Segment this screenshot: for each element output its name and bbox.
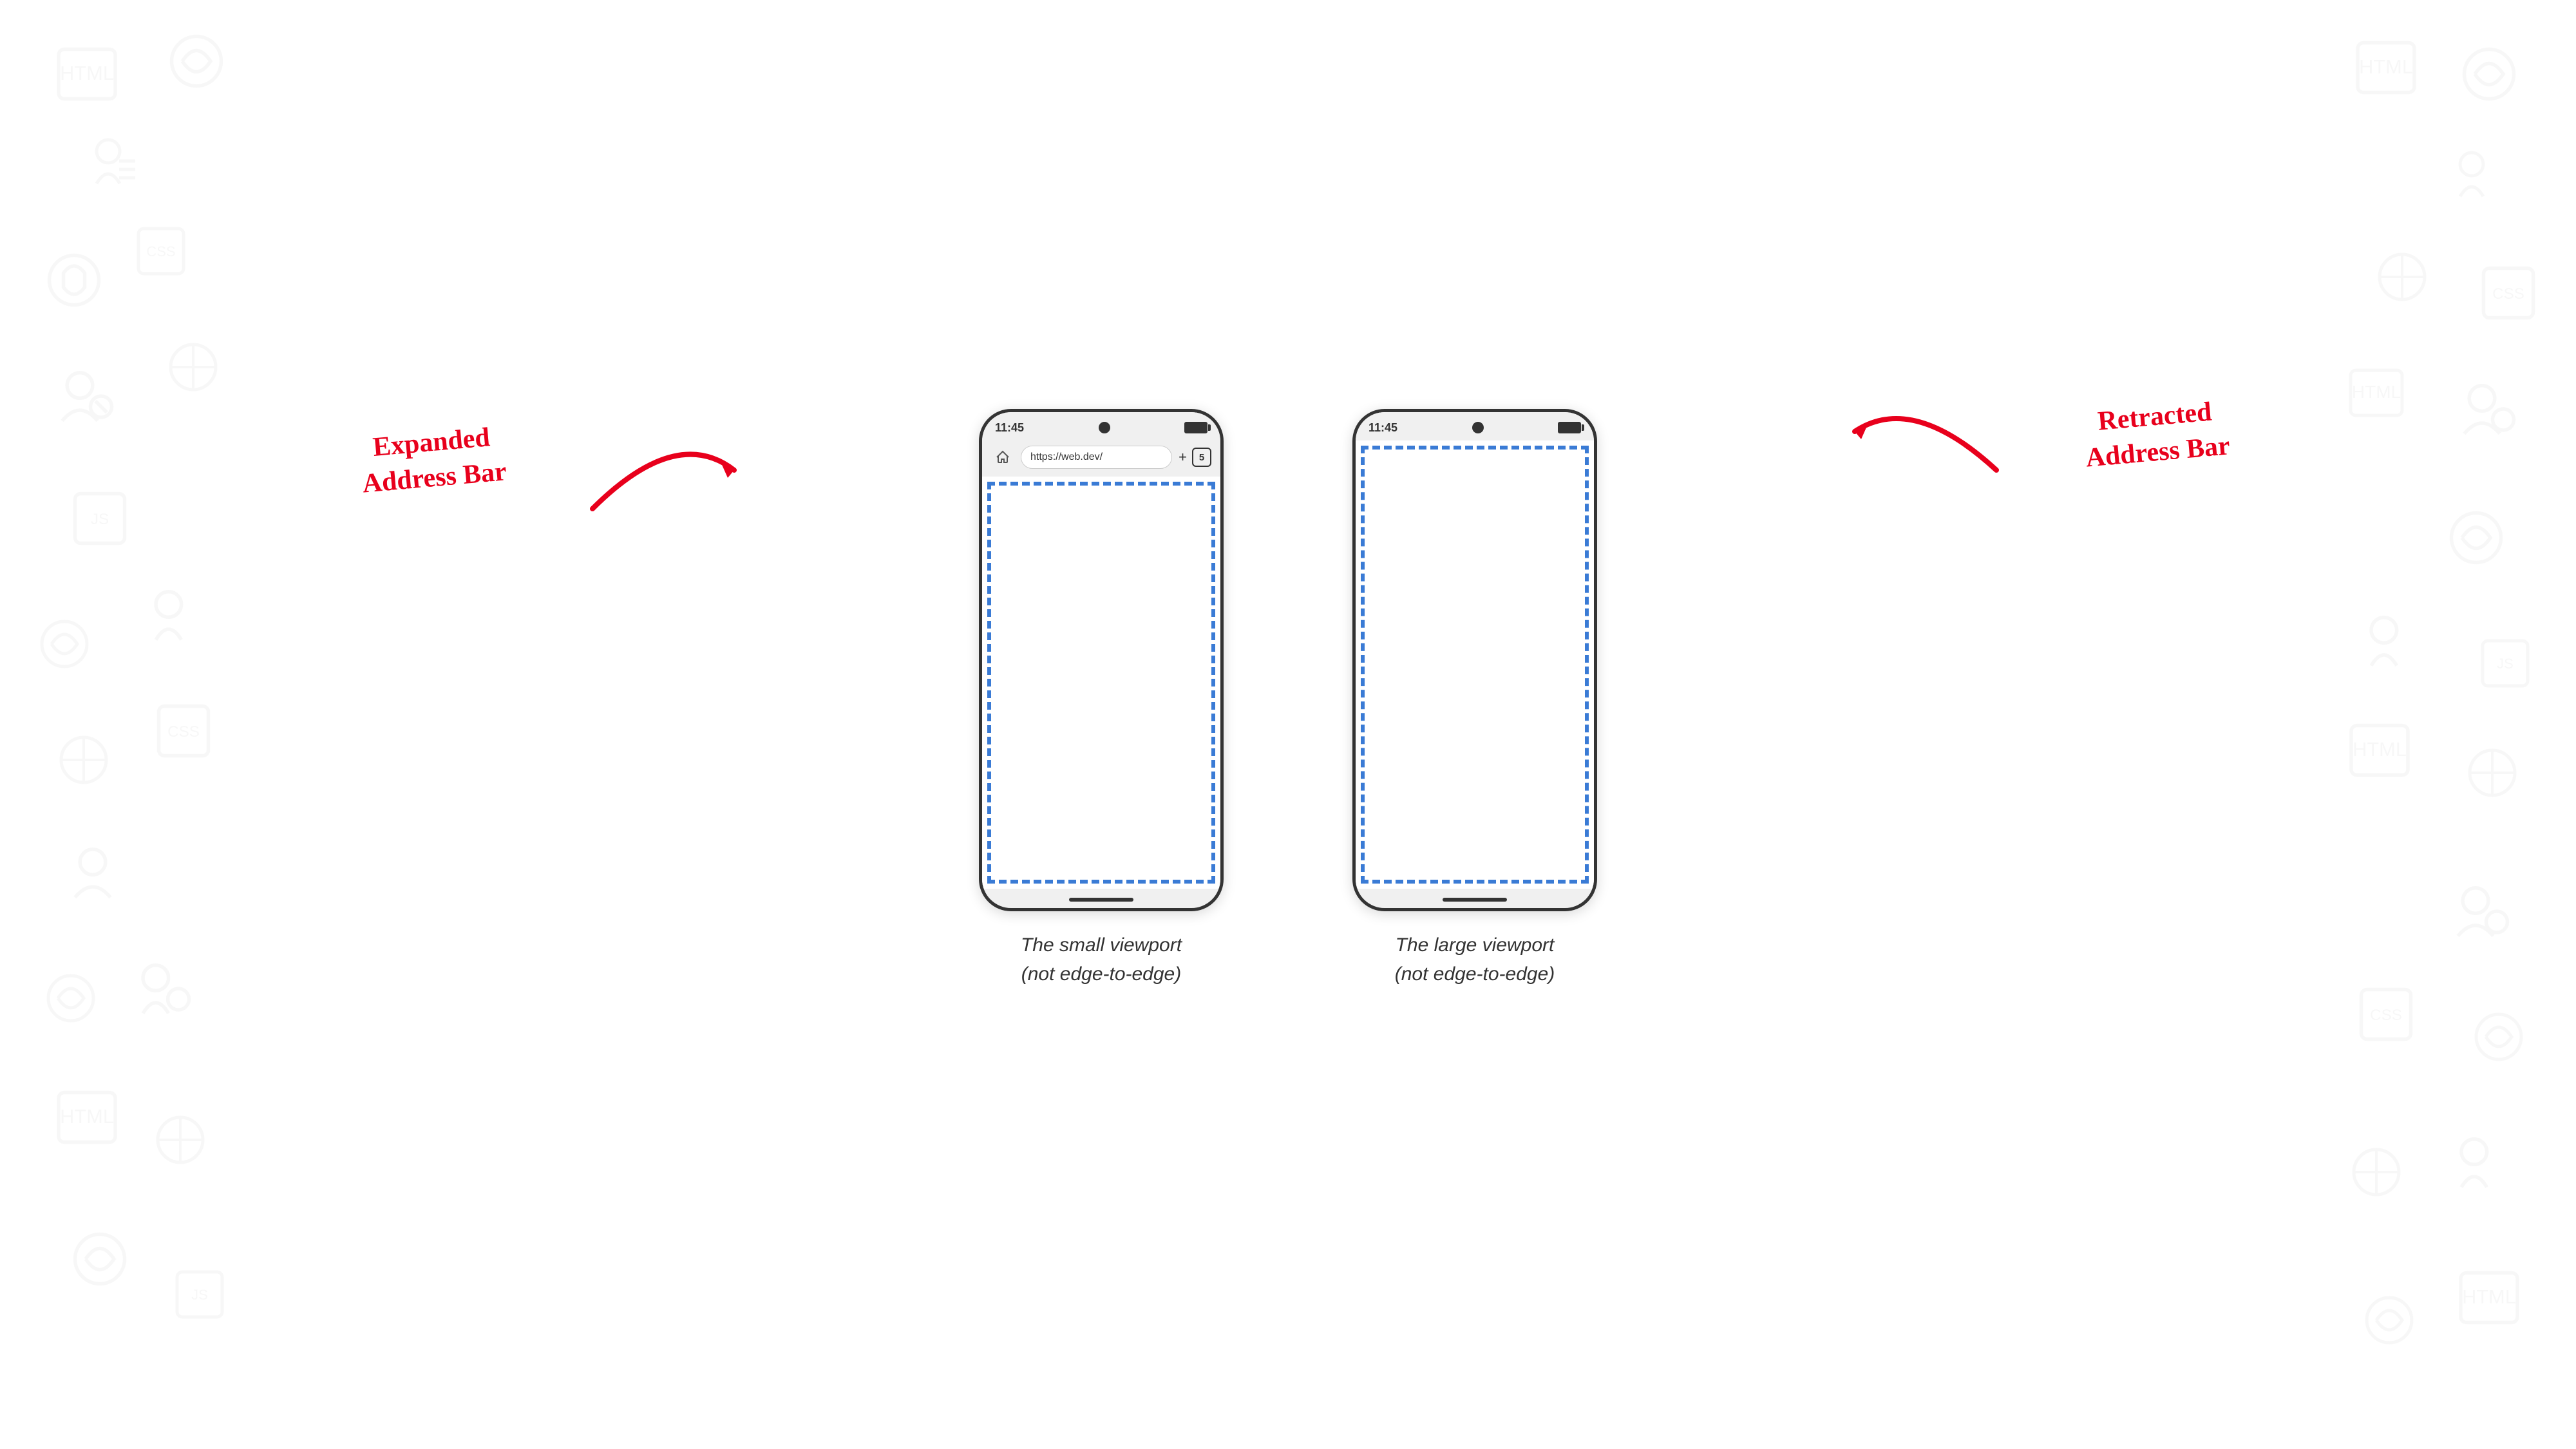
small-viewport-area <box>982 477 1220 889</box>
large-viewport-inner <box>1361 446 1589 884</box>
small-phone-battery-icon <box>1184 422 1208 433</box>
phones-row: 11:45 https://web.dev/ <box>979 409 1597 989</box>
url-bar[interactable]: https://web.dev/ <box>1021 446 1172 469</box>
large-phone-status-bar: 11:45 <box>1356 412 1594 440</box>
small-phone-time: 11:45 <box>995 421 1024 435</box>
home-button[interactable] <box>991 446 1014 469</box>
new-tab-button[interactable]: + <box>1179 449 1187 466</box>
main-content: 11:45 https://web.dev/ <box>0 0 2576 1449</box>
large-viewport-phone: 11:45 <box>1352 409 1597 911</box>
expanded-address-bar-annotation: Expanded Address Bar <box>358 419 508 501</box>
small-viewport-wrapper: 11:45 https://web.dev/ <box>979 409 1224 989</box>
tab-count[interactable]: 5 <box>1192 448 1211 467</box>
small-phone-home-indicator <box>1069 898 1133 902</box>
large-viewport-label: The large viewport (not edge-to-edge) <box>1395 931 1555 989</box>
large-viewport-area <box>1356 440 1594 889</box>
large-viewport-wrapper: 11:45 The large viewport (not edge-to-ed… <box>1352 409 1597 989</box>
tab-controls: + 5 <box>1179 448 1211 467</box>
small-viewport-phone: 11:45 https://web.dev/ <box>979 409 1224 911</box>
large-phone-time: 11:45 <box>1368 421 1397 435</box>
small-phone-battery <box>1184 422 1208 433</box>
large-phone-battery <box>1558 422 1581 433</box>
large-phone-battery-icon <box>1558 422 1581 433</box>
small-phone-address-bar: https://web.dev/ + 5 <box>982 440 1220 474</box>
retracted-address-bar-annotation: Retracted Address Bar <box>2081 393 2231 475</box>
small-viewport-label: The small viewport (not edge-to-edge) <box>1021 931 1182 989</box>
small-phone-status-bar: 11:45 <box>982 412 1220 440</box>
small-phone-camera <box>1099 422 1110 433</box>
large-phone-camera <box>1472 422 1484 433</box>
large-phone-home-indicator <box>1443 898 1507 902</box>
small-viewport-inner <box>987 482 1215 884</box>
